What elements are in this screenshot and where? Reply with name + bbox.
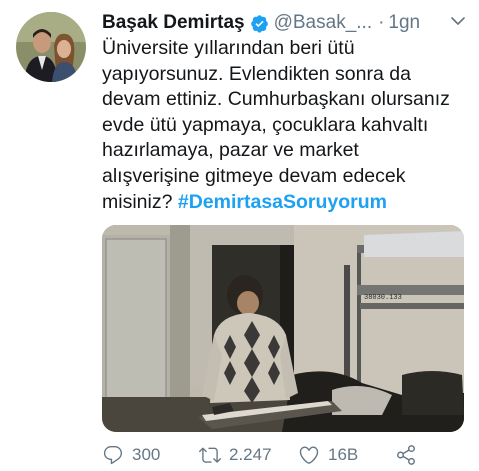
retweet-count: 2.247 — [229, 445, 272, 464]
tweet-text-line: evde ütü yapmaya, çocuklara kahvaltı — [102, 113, 429, 136]
tweet-header: Başak Demirtaş @Basak_... · 1gn — [102, 10, 467, 36]
share-button[interactable] — [395, 444, 425, 466]
hashtag-link[interactable]: #DemirtasaSoruyorum — [178, 191, 387, 213]
tweet[interactable]: Başak Demirtaş @Basak_... · 1gn Üniversi… — [0, 0, 479, 471]
tweet-text: Üniversite yıllarından beri ütü yapıyors… — [102, 36, 470, 215]
tweet-text-line: alışverişine gitmeye devam edecek — [102, 164, 406, 187]
separator-dot: · — [378, 12, 385, 33]
tweet-text-line: Üniversite yıllarından beri ütü — [102, 37, 355, 59]
author-name[interactable]: Başak Demirtaş — [102, 12, 245, 34]
reply-icon — [103, 446, 123, 465]
tweet-text-last-line: misiniz? #DemirtasaSoruyorum — [102, 190, 470, 216]
tweet-text-line: misiniz? — [102, 190, 178, 213]
like-count: 16B — [328, 445, 359, 464]
author-handle[interactable]: @Basak_... — [274, 12, 373, 34]
tweet-timestamp[interactable]: 1gn — [388, 12, 420, 34]
tweet-text-line: devam ettiniz. Cumhurbaşkanı olursanız — [102, 88, 450, 111]
like-button[interactable]: 16B — [298, 444, 358, 466]
heart-icon — [299, 446, 319, 464]
tweet-text-line: yapıyorsunuz. Evlendikten sonra da — [102, 62, 411, 85]
chevron-down-icon[interactable] — [449, 12, 467, 30]
tweet-text-line: hazırlamaya, pazar ve market — [102, 139, 359, 162]
tweet-photo[interactable]: 38030.133 — [102, 225, 464, 432]
share-icon — [397, 445, 415, 465]
verified-badge-icon — [250, 14, 269, 33]
retweet-button[interactable]: 2.247 — [199, 444, 272, 466]
tweet-actions: 300 2.247 16B — [102, 443, 462, 467]
reply-button[interactable]: 300 — [102, 444, 160, 466]
avatar[interactable] — [16, 12, 86, 82]
reply-count: 300 — [132, 445, 161, 464]
retweet-icon — [199, 447, 221, 463]
